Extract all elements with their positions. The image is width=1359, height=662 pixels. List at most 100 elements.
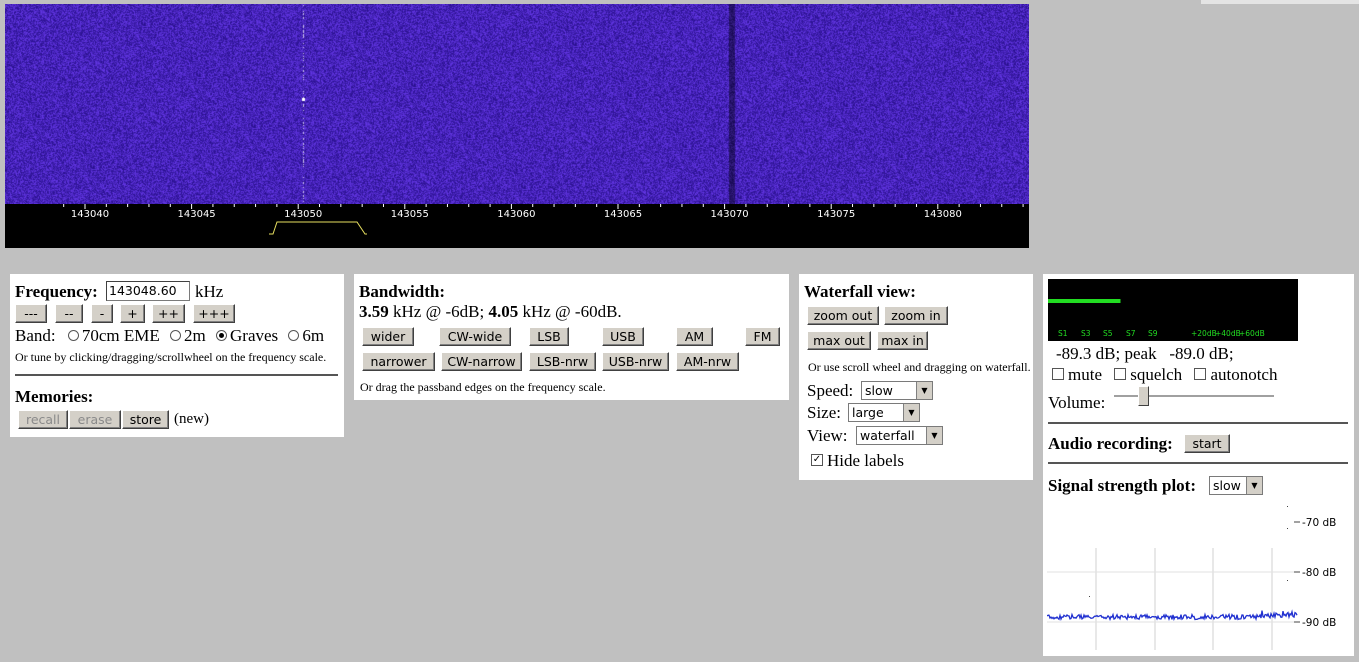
am-button[interactable]: AM: [676, 327, 713, 346]
cw-wide-button[interactable]: CW-wide: [439, 327, 511, 346]
usb-button[interactable]: USB: [602, 327, 644, 346]
squelch-option[interactable]: squelch: [1114, 365, 1182, 384]
autonotch-checkbox[interactable]: [1194, 368, 1207, 381]
chevron-down-icon[interactable]: ▼: [903, 404, 919, 421]
passband-hint: Or drag the passband edges on the freque…: [360, 380, 606, 394]
usb-narrow-button[interactable]: USB-nrw: [602, 352, 669, 371]
step-down-1-button[interactable]: -: [91, 304, 113, 323]
frequency-scale[interactable]: 143040 143045 143050 143055 143060 143065 1430…: [5, 204, 1029, 248]
max-in-button[interactable]: max in: [877, 331, 928, 350]
frequency-panel: Frequency: 143048.60 kHz --- -- - + ++ +…: [10, 274, 344, 437]
chevron-down-icon[interactable]: ▼: [926, 427, 942, 444]
lsb-narrow-button[interactable]: LSB-nrw: [529, 352, 596, 371]
hide-labels-option[interactable]: ✓ Hide labels: [811, 451, 904, 471]
band-2m-radio[interactable]: [170, 329, 182, 341]
view-select[interactable]: waterfall ▼: [856, 426, 943, 445]
band-70cm-eme-radio[interactable]: [67, 329, 79, 341]
cw-narrow-button[interactable]: CW-narrow: [441, 352, 522, 371]
signal-plot-speed-select[interactable]: slow ▼: [1209, 476, 1263, 495]
band-6m[interactable]: 6m: [288, 326, 324, 345]
bandwidth-panel: Bandwidth: 3.59 kHz @ -6dB; 4.05 kHz @ -…: [354, 274, 789, 400]
waterfall-view-title: Waterfall view:: [804, 282, 916, 301]
signal-strength-plot-svg: -70 dB -80 dB -90 dB: [1046, 506, 1336, 650]
band-6m-radio[interactable]: [288, 329, 300, 341]
frequency-unit: kHz: [195, 282, 224, 301]
band-2m[interactable]: 2m: [170, 326, 206, 345]
step-up-2-button[interactable]: ++: [152, 304, 185, 323]
size-select-value: large: [852, 405, 884, 420]
step-down-2-button[interactable]: --: [55, 304, 83, 323]
audio-options: mute squelch autonotch: [1052, 365, 1277, 385]
s-meter-bar: [1048, 299, 1121, 303]
step-up-1-button[interactable]: +: [120, 304, 145, 323]
size-label: Size:: [807, 403, 841, 422]
band-graves-label: Graves: [230, 326, 279, 345]
autonotch-label: autonotch: [1210, 365, 1278, 384]
divider: [1048, 422, 1348, 424]
step-up-3-button[interactable]: +++: [193, 304, 235, 323]
band-70cm-eme[interactable]: 70cm EME: [67, 326, 160, 345]
s-meter-scale-label: +60dB: [1239, 329, 1265, 338]
signal-strength-plot: -70 dB -80 dB -90 dB: [1046, 500, 1347, 652]
s-meter-scale-label: S3: [1081, 329, 1091, 338]
recall-button[interactable]: recall: [18, 410, 68, 429]
hide-labels-label: Hide labels: [827, 451, 904, 470]
waterfall-hint: Or use scroll wheel and dragging on wate…: [808, 360, 1031, 374]
waterfall-view-panel: Waterfall view: zoom out zoom in max out…: [799, 274, 1033, 480]
passband-marker[interactable]: [269, 221, 367, 235]
hide-labels-checkbox[interactable]: ✓: [811, 454, 823, 467]
start-recording-button[interactable]: start: [1184, 434, 1230, 453]
bandwidth-readout: 3.59 kHz @ -6dB; 4.05 kHz @ -60dB.: [359, 302, 622, 322]
scale-tick-label: 143040: [71, 209, 109, 220]
chevron-down-icon[interactable]: ▼: [1246, 477, 1262, 494]
bw-60db-text: kHz @ -60dB.: [518, 302, 622, 321]
signal-trace: [1046, 609, 1298, 622]
waterfall-canvas[interactable]: [5, 4, 1029, 204]
size-select[interactable]: large ▼: [848, 403, 920, 422]
max-out-button[interactable]: max out: [807, 331, 871, 350]
band-graves[interactable]: Graves: [216, 326, 278, 345]
am-narrow-button[interactable]: AM-nrw: [676, 352, 739, 371]
mute-checkbox[interactable]: [1052, 368, 1064, 381]
scale-tick-label: 143045: [178, 209, 216, 220]
band-6m-label: 6m: [302, 326, 325, 345]
wider-button[interactable]: wider: [362, 327, 414, 346]
audio-recording-label: Audio recording:: [1048, 434, 1173, 453]
mute-option[interactable]: mute: [1052, 365, 1102, 384]
band-70cm-eme-label: 70cm EME: [81, 326, 160, 345]
store-button[interactable]: store: [122, 410, 169, 429]
bw-6db-text: kHz @ -6dB;: [388, 302, 489, 321]
s-meter-scale-label: S9: [1148, 329, 1158, 338]
scale-tick-label: 143055: [391, 209, 429, 220]
speed-select-value: slow: [865, 383, 893, 398]
waterfall-display[interactable]: [5, 4, 1029, 204]
speed-select[interactable]: slow ▼: [861, 381, 933, 400]
tune-hint: Or tune by clicking/dragging/scrollwheel…: [15, 350, 327, 364]
mute-label: mute: [1068, 365, 1102, 384]
squelch-label: squelch: [1130, 365, 1183, 384]
fm-button[interactable]: FM: [745, 327, 780, 346]
volume-label: Volume:: [1048, 393, 1106, 412]
memories-title: Memories:: [15, 387, 94, 406]
plot-outlier-point: [1089, 596, 1090, 597]
chevron-down-icon[interactable]: ▼: [916, 382, 932, 399]
zoom-out-button[interactable]: zoom out: [807, 306, 879, 325]
frequency-scale-svg[interactable]: 143040 143045 143050 143055 143060 143065 1430…: [5, 204, 1029, 248]
band-graves-radio[interactable]: [216, 329, 227, 341]
squelch-checkbox[interactable]: [1114, 368, 1127, 381]
narrower-button[interactable]: narrower: [362, 352, 435, 371]
bandwidth-title: Bandwidth:: [359, 282, 445, 301]
plot-outlier-point: [1287, 580, 1288, 581]
frequency-label: Frequency:: [15, 282, 98, 301]
lsb-button[interactable]: LSB: [529, 327, 569, 346]
zoom-in-button[interactable]: zoom in: [884, 306, 948, 325]
autonotch-option[interactable]: autonotch: [1194, 365, 1277, 384]
step-down-3-button[interactable]: ---: [15, 304, 47, 323]
volume-slider-thumb[interactable]: [1137, 386, 1149, 406]
erase-button[interactable]: erase: [69, 410, 121, 429]
band-label: Band:: [15, 326, 56, 345]
scale-tick-label: 143070: [711, 209, 749, 220]
frequency-input[interactable]: 143048.60: [106, 281, 190, 301]
top-strip: [1201, 0, 1359, 4]
scale-tick-label: 143060: [497, 209, 535, 220]
